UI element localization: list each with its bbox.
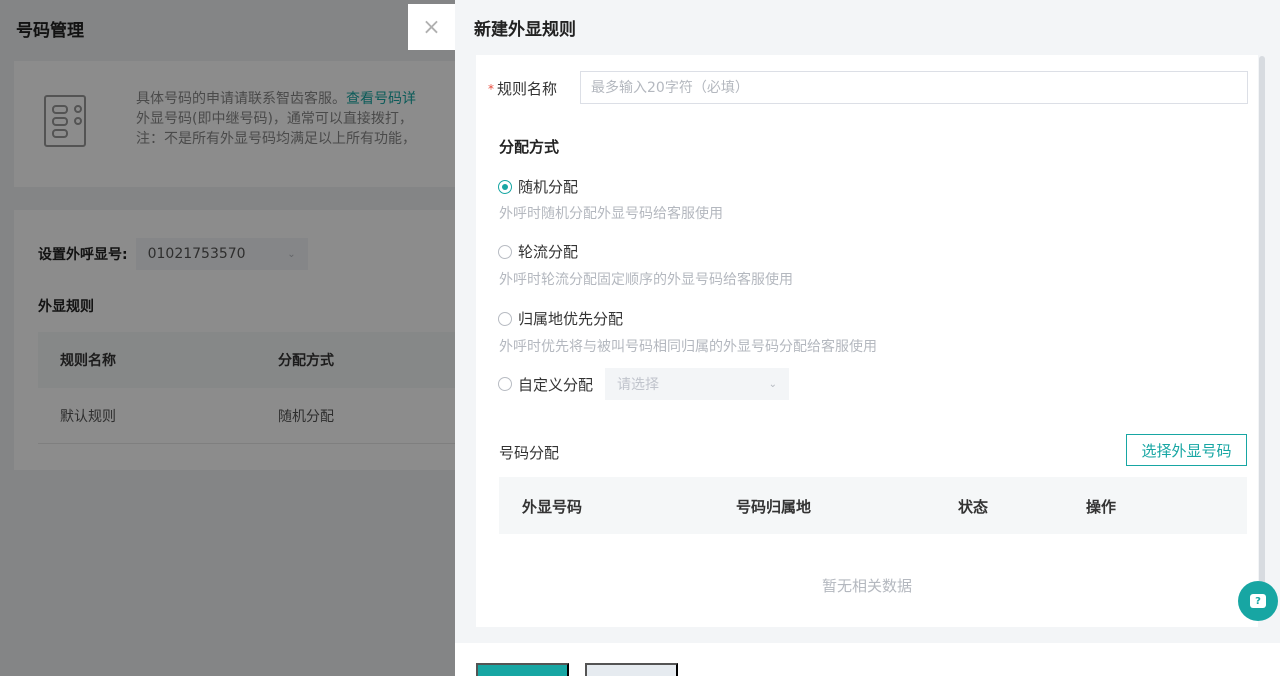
new-rule-drawer: 新建外显规则 * 规则名称 分配方式 随机分配 外呼时随机分配外显号码给客服使用… — [455, 0, 1280, 676]
required-mark: * — [488, 81, 494, 96]
drawer-title: 新建外显规则 — [474, 20, 576, 40]
number-assign-label: 号码分配 — [499, 444, 560, 462]
radio-random-desc: 外呼时随机分配外显号码给客服使用 — [499, 206, 723, 222]
col-status: 状态 — [958, 498, 989, 516]
radio-region-first[interactable]: 归属地优先分配 — [498, 308, 623, 329]
allocation-title: 分配方式 — [499, 138, 560, 156]
radio-round-robin-desc: 外呼时轮流分配固定顺序的外显号码给客服使用 — [499, 272, 793, 288]
rule-name-input[interactable] — [580, 71, 1248, 104]
drawer-body: * 规则名称 分配方式 随机分配 外呼时随机分配外显号码给客服使用 轮流分配 外… — [476, 55, 1258, 627]
col-number: 外显号码 — [522, 498, 583, 516]
radio-unchecked-icon — [498, 311, 512, 326]
radio-round-robin[interactable]: 轮流分配 — [498, 241, 578, 262]
custom-rule-select[interactable]: 请选择 ⌄ — [605, 368, 790, 400]
rule-name-label: 规则名称 — [497, 80, 558, 98]
close-button[interactable]: × — [408, 4, 455, 50]
scrollbar[interactable] — [1259, 56, 1267, 596]
radio-unchecked-icon — [498, 377, 512, 391]
empty-state-text: 暂无相关数据 — [821, 577, 912, 595]
col-actions: 操作 — [1086, 498, 1117, 516]
choose-caller-number-button[interactable]: 选择外显号码 — [1126, 434, 1247, 466]
modal-overlay[interactable] — [0, 0, 455, 676]
radio-random[interactable]: 随机分配 — [498, 176, 578, 197]
help-button[interactable]: ? — [1238, 581, 1278, 621]
number-table-header: 外显号码 号码归属地 状态 操作 — [499, 477, 1247, 534]
drawer-footer: 创建 取消 — [455, 643, 1280, 676]
radio-custom[interactable]: 自定义分配 请选择 ⌄ — [498, 368, 790, 400]
radio-region-first-desc: 外呼时优先将与被叫号码相同归属的外显号码分配给客服使用 — [499, 339, 877, 355]
help-icon: ? — [1250, 594, 1266, 608]
radio-unchecked-icon — [498, 244, 512, 259]
chevron-down-icon: ⌄ — [768, 378, 778, 390]
create-button[interactable]: 创建 — [476, 663, 569, 676]
col-region: 号码归属地 — [736, 498, 812, 516]
scrollbar-thumb[interactable] — [1259, 56, 1265, 596]
cancel-button[interactable]: 取消 — [585, 663, 678, 676]
close-icon: × — [422, 14, 441, 40]
radio-checked-icon — [498, 179, 512, 194]
rule-name-row: * 规则名称 — [488, 71, 1248, 104]
